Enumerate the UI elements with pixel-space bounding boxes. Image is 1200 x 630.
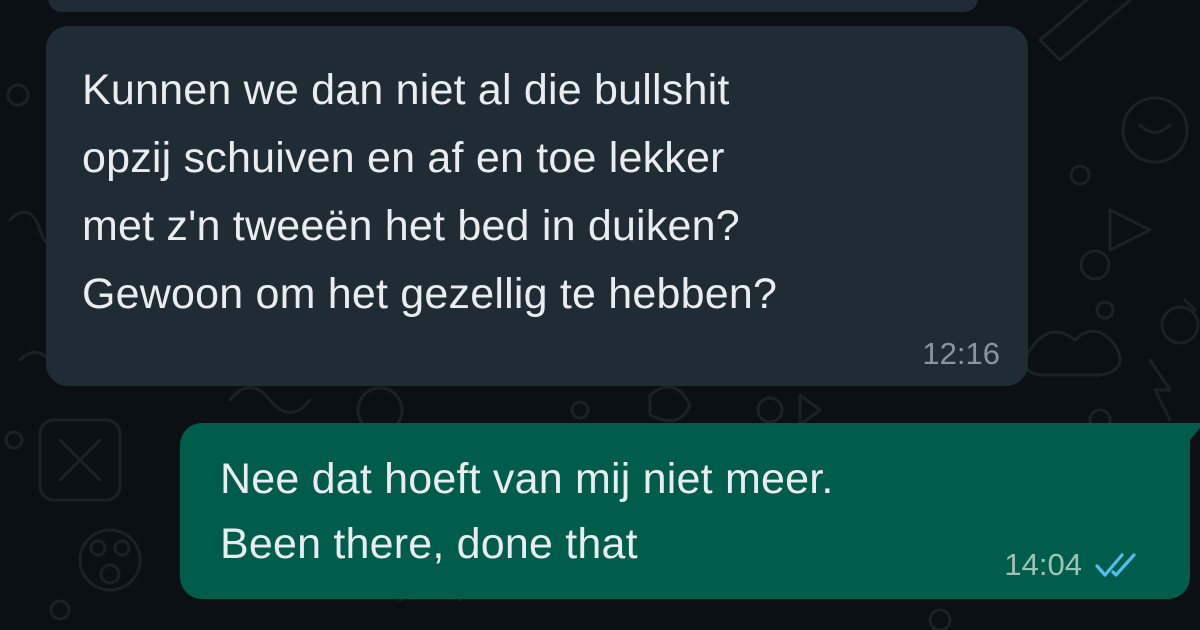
incoming-message-bubble[interactable]: Kunnen we dan niet al die bullshit opzij… — [46, 26, 1028, 386]
outgoing-bubble-tail — [1186, 423, 1200, 445]
outgoing-message-bubble[interactable]: Nee dat hoeft van mij niet meer. Been th… — [180, 423, 1200, 599]
chat-view: Kunnen we dan niet al die bullshit opzij… — [0, 0, 1200, 630]
incoming-message-time: 12:16 — [922, 336, 1000, 371]
previous-message-bubble — [48, 0, 978, 12]
double-check-read-icon — [1095, 553, 1136, 577]
outgoing-message-meta: 14:04 — [1004, 547, 1142, 583]
incoming-message-text: Kunnen we dan niet al die bullshit opzij… — [82, 66, 778, 318]
incoming-message-meta: 12:16 — [922, 336, 1000, 372]
outgoing-message-time: 14:04 — [1004, 547, 1082, 582]
